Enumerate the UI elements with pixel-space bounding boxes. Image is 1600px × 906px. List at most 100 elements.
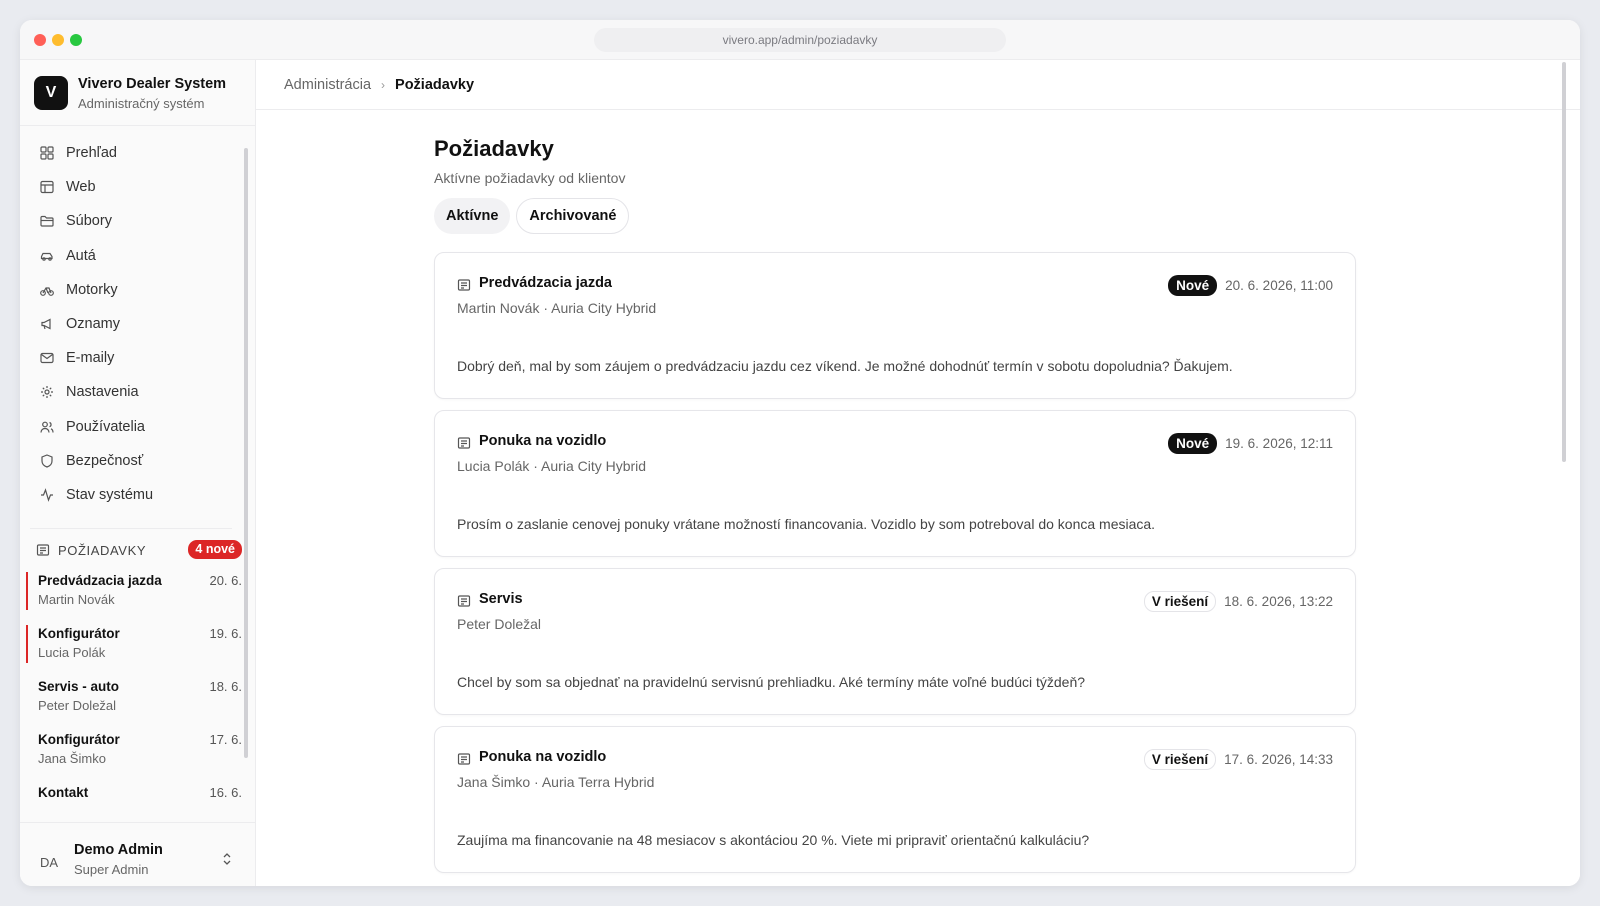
request-card-meta: Martin Novák · Auria City Hybrid (457, 300, 657, 316)
gear-icon (40, 385, 54, 399)
request-title: Predvádzacia jazda (38, 573, 162, 588)
request-card-title: Ponuka na vozidlo (479, 433, 607, 449)
sidebar-item-label: Oznamy (66, 316, 120, 333)
request-title: Konfigurátor (38, 626, 120, 641)
requests-panel-title: Požiadavky (58, 542, 147, 558)
sidebar-item-motorky[interactable]: Motorky (30, 273, 242, 307)
message-icon (457, 278, 471, 292)
sidebar-item-label: Používatelia (66, 418, 145, 435)
main-scrollbar[interactable] (1562, 62, 1566, 462)
mail-icon (40, 351, 54, 365)
user-role: Super Admin (74, 862, 149, 877)
sidebar: V Vivero Dealer System Administračný sys… (20, 60, 256, 886)
brand-logo: V (34, 76, 68, 110)
status-badge: V riešení (1143, 749, 1217, 770)
sidebar-item-label: Autá (66, 247, 96, 264)
megaphone-icon (40, 317, 54, 331)
request-date: 18. 6. (209, 679, 242, 694)
request-client: Jana Šimko (38, 751, 106, 766)
sidebar-item-label: E-maily (66, 350, 115, 367)
breadcrumb-parent[interactable]: Administrácia (284, 77, 371, 93)
request-card-date: 20. 6. 2026, 11:00 (1225, 278, 1333, 293)
sidebar-nav: Prehľad Web Súbory Autá Motorky Oznamy E… (30, 136, 242, 512)
request-card-date: 19. 6. 2026, 12:11 (1225, 436, 1333, 451)
status-badge: Nové (1168, 275, 1218, 296)
request-list-item[interactable]: Kontakt 16. 6. (26, 782, 242, 810)
sidebar-item-label: Stav systému (66, 486, 154, 503)
request-card-title: Ponuka na vozidlo (479, 749, 607, 765)
page-content: Požiadavky Aktívne požiadavky od kliento… (434, 136, 1356, 884)
sidebar-item-subory[interactable]: Súbory (30, 204, 242, 238)
request-list-item[interactable]: Predvádzacia jazda 20. 6. Martin Novák (26, 570, 242, 623)
request-card-meta: Lucia Polák · Auria City Hybrid (457, 458, 647, 474)
request-card-message: Chcel by som sa objednať na pravidelnú s… (457, 674, 1086, 690)
brand-subtitle: Administračný systém (78, 96, 205, 111)
sidebar-item-label: Nastavenia (66, 384, 139, 401)
message-icon (36, 543, 50, 557)
request-title: Kontakt (38, 785, 89, 800)
request-date: 19. 6. (209, 626, 242, 641)
request-card-title: Predvádzacia jazda (479, 275, 612, 291)
users-icon (40, 420, 54, 434)
request-card[interactable]: Servis Peter Doležal V riešení 18. 6. 20… (434, 568, 1356, 715)
request-date: 20. 6. (209, 573, 242, 588)
activity-icon (40, 488, 54, 502)
sidebar-divider (30, 528, 232, 529)
address-bar[interactable]: vivero.app/admin/poziadavky (594, 28, 1006, 52)
message-icon (457, 752, 471, 766)
grid-icon (40, 146, 54, 160)
minimize-window-button[interactable] (52, 34, 64, 46)
brand[interactable]: V Vivero Dealer System Administračný sys… (34, 76, 249, 126)
car-icon (40, 249, 54, 263)
sidebar-item-web[interactable]: Web (30, 170, 242, 204)
sidebar-item-label: Motorky (66, 281, 118, 298)
request-card[interactable]: Predvádzacia jazda Martin Novák · Auria … (434, 252, 1356, 399)
request-card[interactable]: Ponuka na vozidlo Lucia Polák · Auria Ci… (434, 410, 1356, 557)
new-requests-badge: 4 nové (188, 540, 242, 559)
sidebar-scrollbar[interactable] (244, 148, 248, 758)
request-list-item[interactable]: Konfigurátor 17. 6. Jana Šimko (26, 729, 242, 782)
sidebar-item-bezpecnost[interactable]: Bezpečnosť (30, 444, 242, 478)
sidebar-divider (20, 125, 256, 126)
request-card[interactable]: Ponuka na vozidlo Jana Šimko · Auria Ter… (434, 726, 1356, 873)
sidebar-item-prehlad[interactable]: Prehľad (30, 136, 242, 170)
brand-name: Vivero Dealer System (78, 76, 227, 92)
sidebar-item-label: Bezpečnosť (66, 452, 144, 469)
request-list-item[interactable]: Servis - auto 18. 6. Peter Doležal (26, 676, 242, 729)
sidebar-item-nastavenia[interactable]: Nastavenia (30, 375, 242, 409)
request-card-title: Servis (479, 591, 523, 607)
maximize-window-button[interactable] (70, 34, 82, 46)
request-client: Lucia Polák (38, 645, 106, 660)
browser-titlebar: vivero.app/admin/poziadavky (20, 20, 1580, 60)
request-card-status: V riešení 18. 6. 2026, 13:22 (1143, 591, 1333, 612)
tab-aktivne[interactable]: Aktívne (434, 198, 511, 234)
folder-icon (40, 214, 54, 228)
request-card-meta: Jana Šimko · Auria Terra Hybrid (457, 774, 655, 790)
sidebar-item-auta[interactable]: Autá (30, 239, 242, 273)
breadcrumb: Administrácia › Požiadavky (256, 60, 1580, 110)
avatar: DA (39, 855, 59, 870)
sidebar-item-stav-systemu[interactable]: Stav systému (30, 478, 242, 512)
request-card-date: 17. 6. 2026, 14:33 (1224, 752, 1333, 767)
message-icon (457, 594, 471, 608)
page-title: Požiadavky (434, 136, 554, 161)
page-subtitle: Aktívne požiadavky od klientov (434, 170, 626, 186)
request-card-message: Zaujíma ma financovanie na 48 mesiacov s… (457, 832, 1090, 848)
sidebar-item-oznamy[interactable]: Oznamy (30, 307, 242, 341)
sidebar-item-pouzivatelia[interactable]: Používatelia (30, 410, 242, 444)
message-icon (457, 436, 471, 450)
request-date: 16. 6. (209, 785, 242, 800)
request-card-status: V riešení 17. 6. 2026, 14:33 (1143, 749, 1333, 770)
sidebar-item-emaily[interactable]: E-maily (30, 341, 242, 375)
close-window-button[interactable] (34, 34, 46, 46)
sidebar-item-label: Web (66, 179, 96, 196)
user-menu[interactable]: DA Demo Admin Super Admin (20, 842, 256, 886)
chevron-up-down-icon (220, 850, 234, 868)
request-list-item[interactable]: Konfigurátor 19. 6. Lucia Polák (26, 623, 242, 676)
sidebar-divider (20, 822, 256, 823)
tab-archivovane[interactable]: Archivované (516, 198, 630, 234)
sidebar-item-label: Súbory (66, 213, 112, 230)
status-badge: V riešení (1143, 591, 1217, 612)
request-card-message: Dobrý deň, mal by som záujem o predvádza… (457, 358, 1233, 374)
sidebar-item-label: Prehľad (66, 145, 117, 162)
